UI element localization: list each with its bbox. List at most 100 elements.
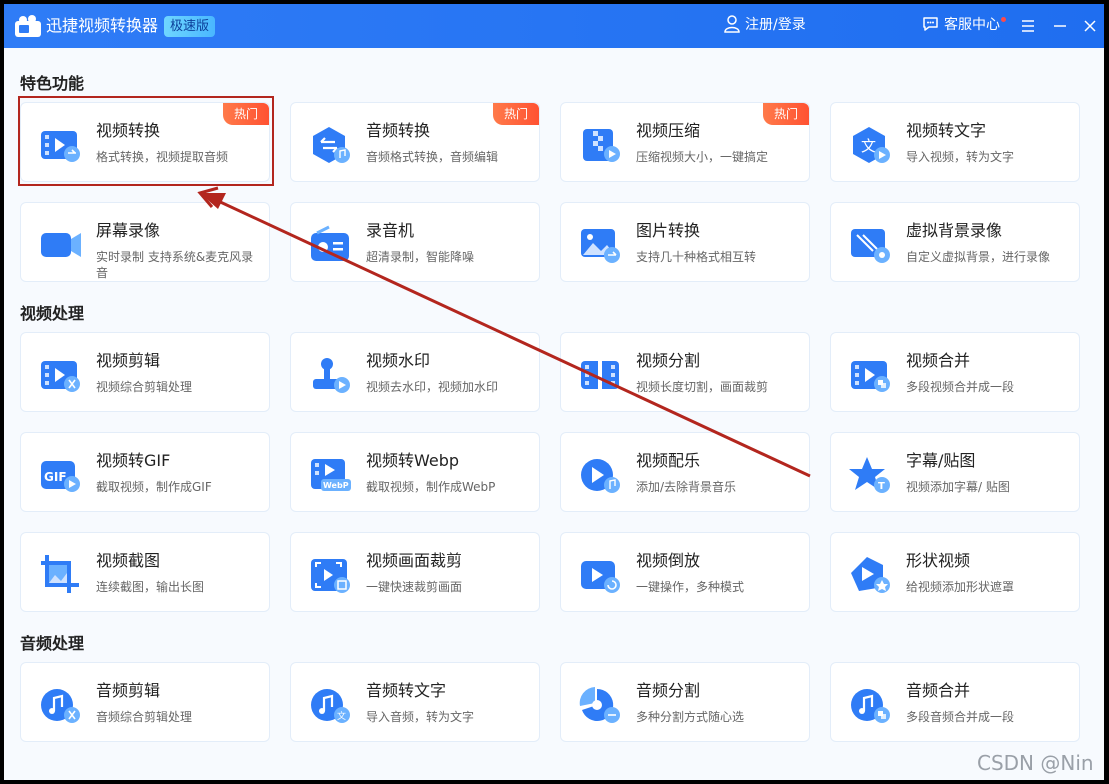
card-video-reverse[interactable]: 视频倒放 一键操作，多种模式 — [560, 532, 810, 612]
card-desc: 一键快速裁剪画面 — [366, 580, 463, 594]
card-video-crop[interactable]: 视频画面裁剪 一键快速裁剪画面 — [290, 532, 540, 612]
card-name: 视频转文字 — [906, 121, 987, 140]
card-audio-split[interactable]: 音频分割 多种分割方式随心选 — [560, 662, 810, 742]
card-name: 视频合并 — [906, 351, 971, 370]
card-name: 录音机 — [366, 221, 415, 240]
card-desc: 音频综合剪辑处理 — [96, 710, 193, 724]
login-label: 注册/登录 — [745, 17, 806, 33]
card-desc: 导入音频，转为文字 — [366, 710, 475, 724]
card-name: 字幕/贴图 — [906, 451, 976, 470]
app-window: 迅捷视频转换器 极速版 注册/登录 客服中心 特色功能 视频转换 格式转换，视频… — [4, 4, 1104, 780]
card-desc: 导入视频，转为文字 — [906, 150, 1015, 164]
svg-text:文: 文 — [861, 137, 876, 155]
edition-badge: 极速版 — [164, 16, 216, 37]
card-desc: 音频格式转换，音频编辑 — [366, 150, 499, 164]
audio-to-text-icon: 文 — [311, 689, 350, 723]
card-name: 形状视频 — [906, 551, 971, 570]
card-name: 视频画面裁剪 — [366, 551, 463, 570]
card-desc: 视频长度切割，画面裁剪 — [636, 380, 769, 394]
section-title-audio: 音频处理 — [20, 634, 85, 653]
star-icon: T — [849, 457, 890, 493]
image-convert-icon — [581, 229, 620, 263]
svg-text:GIF: GIF — [44, 470, 67, 484]
video-edit-icon — [41, 361, 80, 392]
card-video-to-text[interactable]: 文 视频转文字 导入视频，转为文字 — [830, 102, 1080, 182]
card-video-screenshot[interactable]: 视频截图 连续截图，输出长图 — [20, 532, 270, 612]
recorder-icon — [311, 225, 349, 261]
annotation-highlight-box — [18, 96, 274, 186]
notification-dot — [1001, 17, 1006, 22]
card-desc: 给视频添加形状遮罩 — [906, 580, 1015, 594]
card-desc: 连续截图，输出长图 — [96, 580, 205, 594]
minimize-icon[interactable] — [1050, 16, 1070, 36]
card-image-convert[interactable]: 图片转换 支持几十种格式相互转 — [560, 202, 810, 282]
card-video-to-gif[interactable]: GIF 视频转GIF 截取视频，制作成GIF — [20, 432, 270, 512]
card-recorder[interactable]: 录音机 超清录制，智能降噪 — [290, 202, 540, 282]
video-reverse-icon — [581, 561, 620, 593]
audio-convert-icon — [313, 127, 350, 163]
virtual-background-icon — [851, 229, 890, 263]
app-logo-icon — [15, 15, 41, 37]
card-video-split[interactable]: 视频分割 视频长度切割，画面裁剪 — [560, 332, 810, 412]
card-desc: 视频添加字幕/ 贴图 — [906, 480, 1010, 494]
card-name: 音频合并 — [906, 681, 971, 700]
card-desc: 多段音频合并成一段 — [906, 710, 1015, 724]
support-button[interactable]: 客服中心 — [922, 14, 1006, 34]
video-compress-icon — [583, 129, 620, 162]
card-audio-edit[interactable]: 音频剪辑 音频综合剪辑处理 — [20, 662, 270, 742]
card-desc: 截取视频，制作成WebP — [366, 480, 496, 494]
title-bar: 迅捷视频转换器 极速版 注册/登录 客服中心 — [4, 4, 1104, 48]
card-name: 屏幕录像 — [96, 221, 161, 240]
card-desc: 截取视频，制作成GIF — [96, 480, 212, 494]
audio-merge-icon — [851, 689, 890, 723]
card-name: 视频转Webp — [366, 451, 460, 470]
login-button[interactable]: 注册/登录 — [724, 14, 806, 34]
card-video-to-webp[interactable]: WebP 视频转Webp 截取视频，制作成WebP — [290, 432, 540, 512]
app-title: 迅捷视频转换器 — [46, 16, 159, 35]
card-audio-merge[interactable]: 音频合并 多段音频合并成一段 — [830, 662, 1080, 742]
card-name: 视频配乐 — [636, 451, 701, 470]
screen-record-icon — [41, 233, 81, 257]
menu-icon[interactable] — [1018, 16, 1038, 36]
card-desc: 视频去水印，视频加水印 — [366, 380, 499, 394]
shape-video-icon — [851, 557, 890, 593]
card-name: 视频压缩 — [636, 121, 701, 140]
card-name: 视频转GIF — [96, 451, 171, 470]
card-name: 虚拟背景录像 — [906, 221, 1003, 240]
svg-text:文: 文 — [337, 710, 346, 722]
video-watermark-icon — [313, 358, 350, 393]
video-merge-icon — [851, 361, 890, 392]
audio-edit-icon — [41, 689, 80, 723]
card-name: 音频剪辑 — [96, 681, 161, 700]
main-content: 特色功能 视频转换 格式转换，视频提取音频 热门 音频转换 音频格式转换，音频编… — [4, 48, 1104, 780]
card-virtual-background[interactable]: 虚拟背景录像 自定义虚拟背景，进行录像 — [830, 202, 1080, 282]
card-video-edit[interactable]: 视频剪辑 视频综合剪辑处理 — [20, 332, 270, 412]
card-name: 视频剪辑 — [96, 351, 161, 370]
card-audio-to-text[interactable]: 文 音频转文字 导入音频，转为文字 — [290, 662, 540, 742]
close-icon[interactable] — [1080, 16, 1100, 36]
card-desc: 实时录制 支持系统&麦克风录音 — [96, 250, 254, 280]
card-shape-video[interactable]: 形状视频 给视频添加形状遮罩 — [830, 532, 1080, 612]
card-audio-convert[interactable]: 音频转换 音频格式转换，音频编辑 热门 — [290, 102, 540, 182]
card-name: 视频水印 — [366, 351, 431, 370]
video-music-icon — [581, 459, 620, 493]
video-crop-icon — [311, 559, 350, 593]
card-video-compress[interactable]: 视频压缩 压缩视频大小，一键搞定 热门 — [560, 102, 810, 182]
video-split-icon — [581, 359, 619, 391]
svg-text:WebP: WebP — [323, 481, 349, 490]
card-screen-record[interactable]: 屏幕录像 实时录制 支持系统&麦克风录音 — [20, 202, 270, 282]
card-desc: 视频综合剪辑处理 — [96, 380, 193, 394]
crop-image-icon — [41, 555, 79, 593]
video-to-text-icon: 文 — [853, 127, 890, 163]
audio-split-icon — [579, 687, 620, 723]
card-video-merge[interactable]: 视频合并 多段视频合并成一段 — [830, 332, 1080, 412]
card-video-music[interactable]: 视频配乐 添加/去除背景音乐 — [560, 432, 810, 512]
card-desc: 压缩视频大小，一键搞定 — [636, 150, 769, 164]
support-label: 客服中心 — [944, 17, 1000, 33]
card-desc: 多种分割方式随心选 — [636, 710, 745, 724]
card-subtitle-sticker[interactable]: T 字幕/贴图 视频添加字幕/ 贴图 — [830, 432, 1080, 512]
hot-badge: 热门 — [493, 103, 539, 125]
card-video-watermark[interactable]: 视频水印 视频去水印，视频加水印 — [290, 332, 540, 412]
card-name: 音频转文字 — [366, 681, 447, 700]
card-desc: 多段视频合并成一段 — [906, 380, 1015, 394]
